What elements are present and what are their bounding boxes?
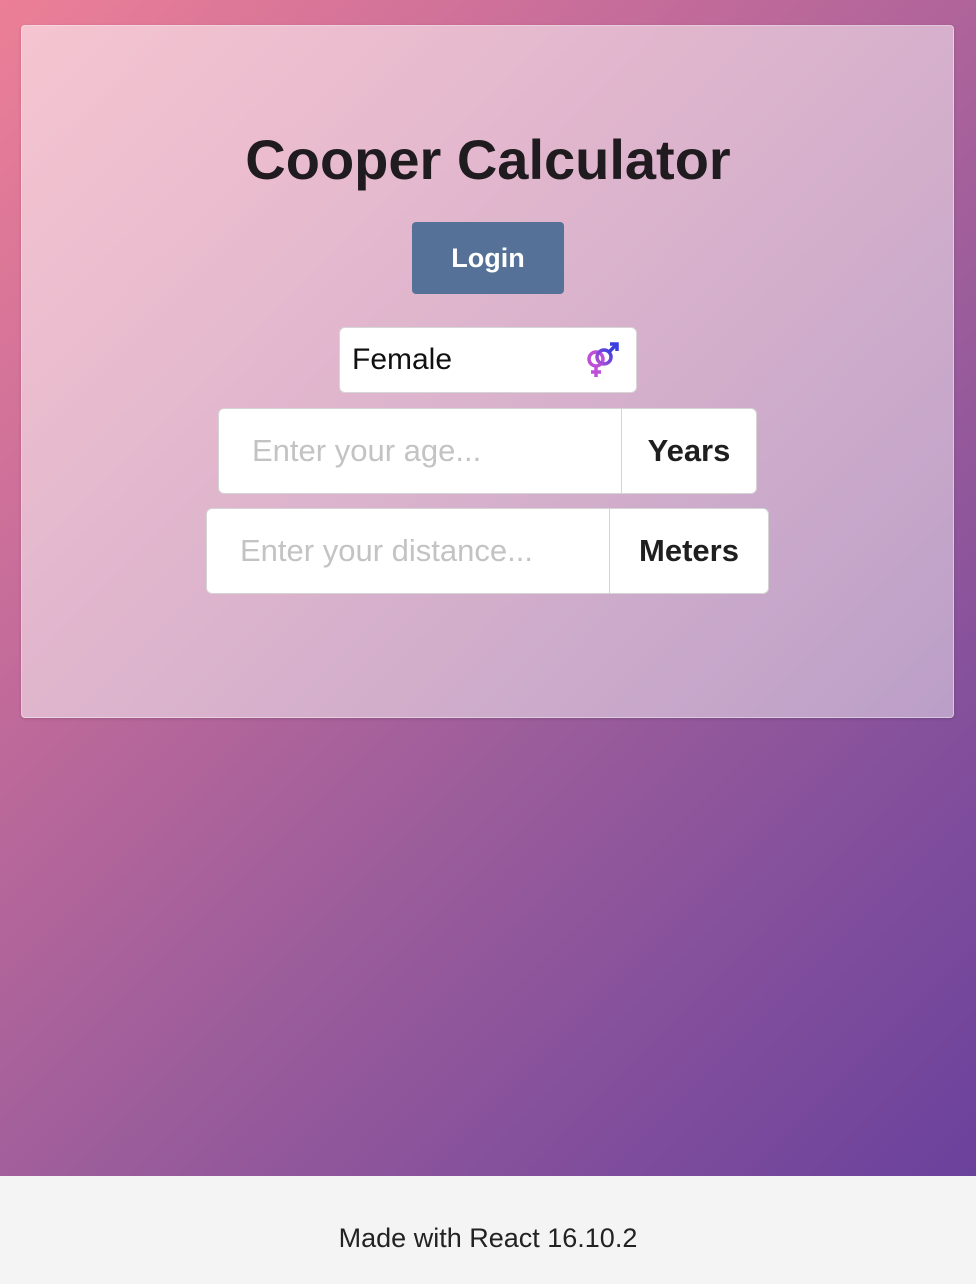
- distance-input-group: Meters: [206, 508, 769, 594]
- login-button[interactable]: Login: [412, 222, 564, 294]
- gender-icon: [587, 342, 619, 377]
- page: Cooper Calculator Login Female Years Met…: [0, 0, 976, 1284]
- gender-select[interactable]: Female: [339, 327, 637, 393]
- footer: Made with React 16.10.2: [0, 1176, 976, 1284]
- age-unit-label: Years: [621, 409, 756, 493]
- page-title: Cooper Calculator: [245, 128, 731, 191]
- age-input[interactable]: [219, 409, 621, 493]
- gender-select-value: Female: [352, 343, 453, 376]
- distance-unit-label: Meters: [609, 509, 768, 593]
- age-input-group: Years: [218, 408, 757, 494]
- footer-text: Made with React 16.10.2: [338, 1222, 638, 1253]
- distance-input[interactable]: [207, 509, 609, 593]
